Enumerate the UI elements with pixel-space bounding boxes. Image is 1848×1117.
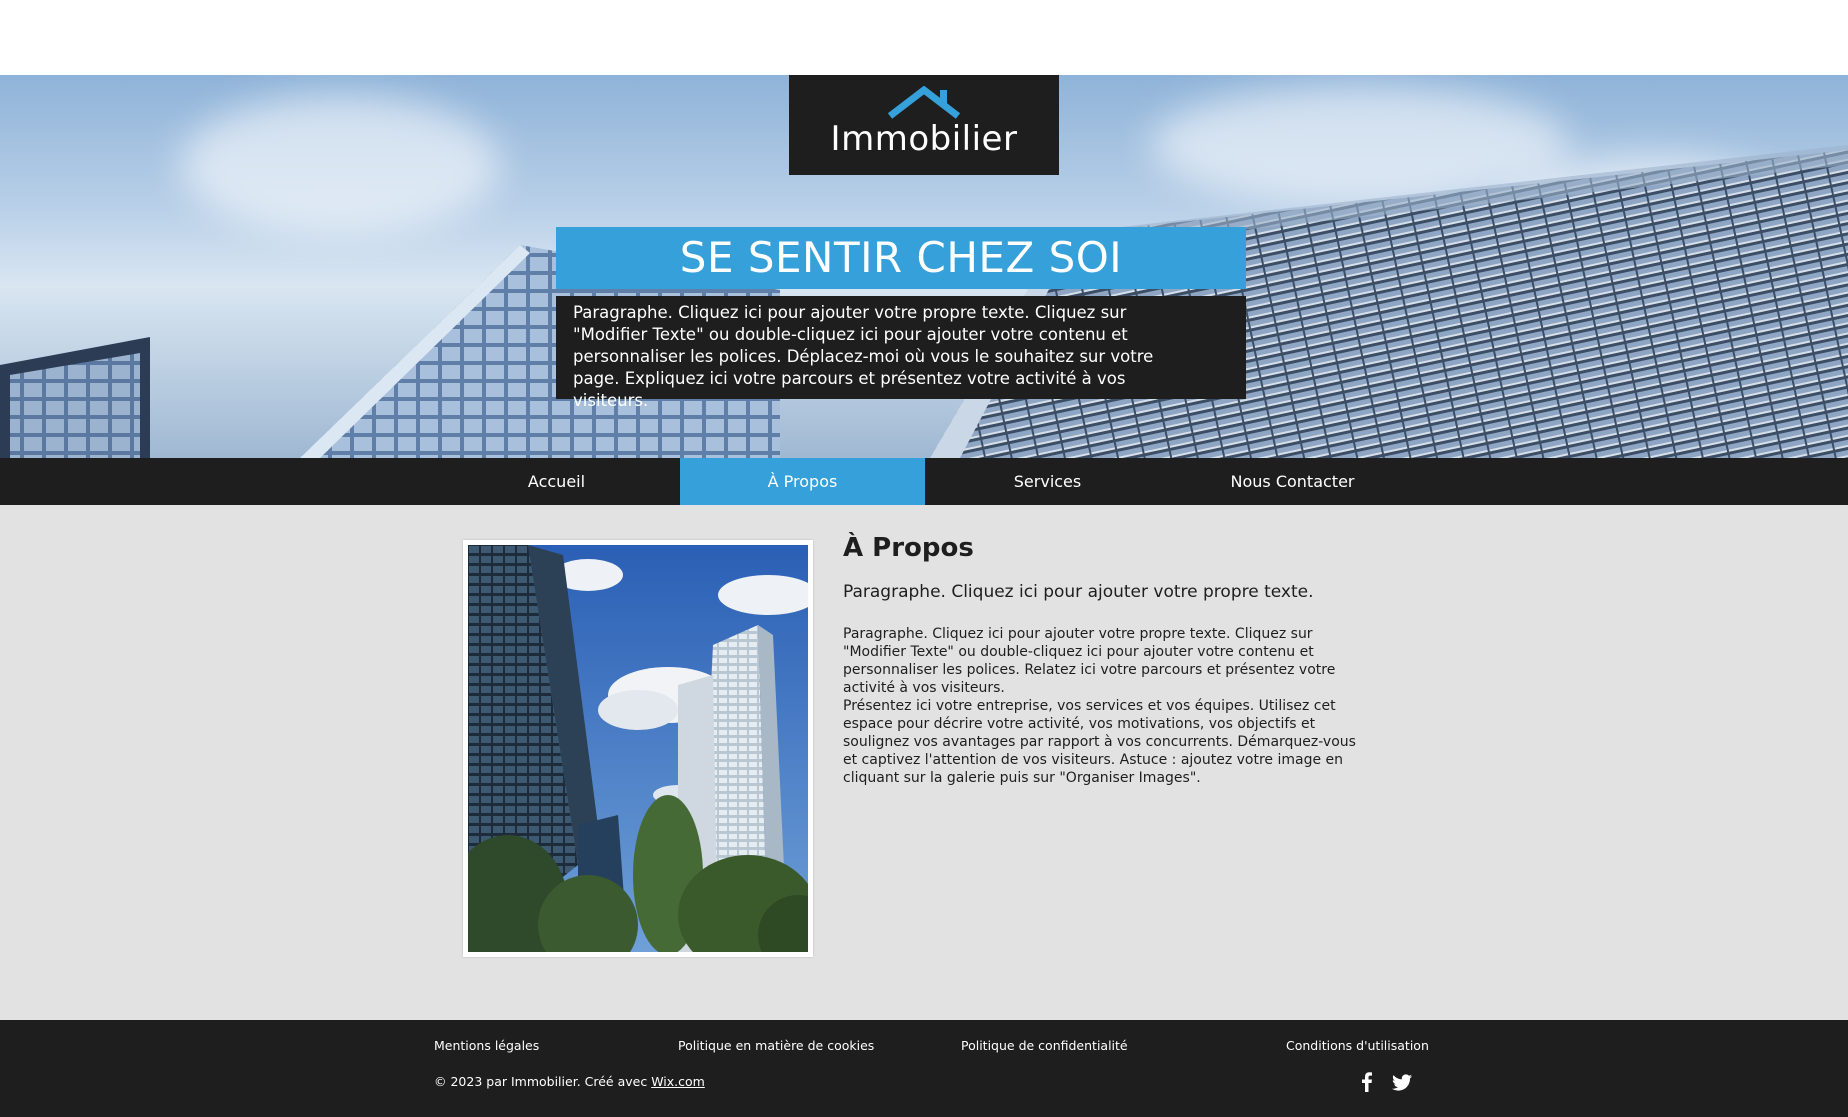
footer: Mentions légales Politique en matière de… [0, 1020, 1848, 1117]
about-photo [468, 545, 808, 952]
copyright-text: © 2023 par Immobilier. Créé avec [434, 1074, 652, 1089]
twitter-icon[interactable] [1391, 1071, 1413, 1093]
nav-item-a-propos[interactable]: À Propos [680, 458, 925, 505]
about-subtitle: Paragraphe. Cliquez ici pour ajouter vot… [843, 582, 1314, 602]
logo-text: Immobilier [830, 119, 1018, 159]
logo[interactable]: Immobilier [789, 75, 1059, 175]
footer-link-cookies[interactable]: Politique en matière de cookies [678, 1038, 874, 1053]
hero-headline: SE SENTIR CHEZ SOI [556, 227, 1246, 289]
footer-link-conditions[interactable]: Conditions d'utilisation [1286, 1038, 1429, 1053]
about-paragraph-1: Paragraphe. Cliquez ici pour ajouter vot… [843, 626, 1336, 696]
house-roof-icon [887, 86, 961, 119]
nav-item-services[interactable]: Services [925, 458, 1170, 505]
main-navigation: Accueil À Propos Services Nous Contacter [0, 458, 1848, 505]
about-photo-frame[interactable] [463, 540, 813, 957]
about-title: À Propos [843, 533, 974, 563]
top-bar [0, 0, 1848, 75]
footer-link-confidentialite[interactable]: Politique de confidentialité [961, 1038, 1128, 1053]
facebook-icon[interactable] [1356, 1071, 1378, 1093]
hero-paragraph: Paragraphe. Cliquez ici pour ajouter vot… [556, 296, 1246, 410]
nav-item-accueil[interactable]: Accueil [434, 458, 679, 505]
footer-copyright: © 2023 par Immobilier. Créé avec Wix.com [434, 1074, 705, 1089]
footer-link-mentions-legales[interactable]: Mentions légales [434, 1038, 539, 1053]
nav-item-nous-contacter[interactable]: Nous Contacter [1170, 458, 1415, 505]
about-paragraph-2: Présentez ici votre entreprise, vos serv… [843, 698, 1356, 786]
wix-link[interactable]: Wix.com [651, 1074, 705, 1089]
